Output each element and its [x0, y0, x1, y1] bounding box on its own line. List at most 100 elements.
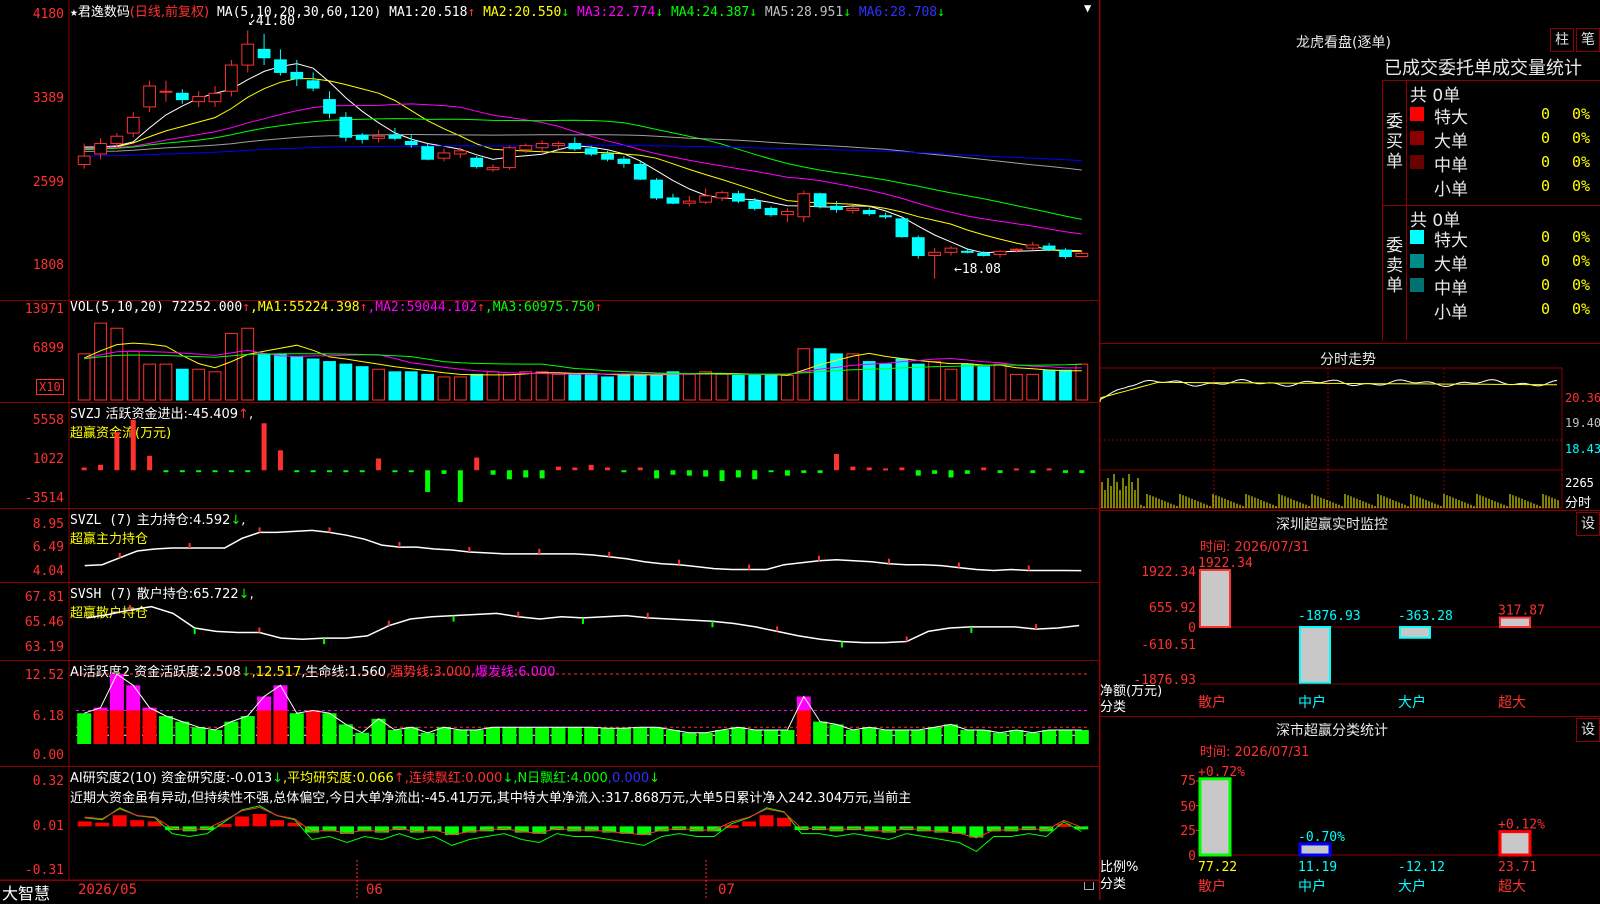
activity-bar: [257, 710, 272, 744]
volume-bar: [781, 374, 794, 401]
candle: [813, 193, 827, 207]
ma-line: [84, 103, 1082, 235]
research-bar: [689, 826, 704, 832]
candle: [110, 135, 124, 145]
volume-bar: [813, 348, 827, 401]
category-label: 超大: [1498, 879, 1526, 895]
net-amount-bar: [1299, 626, 1331, 684]
candle: [355, 134, 369, 140]
money-flow-bar: [768, 470, 774, 473]
activity-bar: [813, 721, 828, 744]
money-flow-bar: [801, 470, 807, 473]
chart-area[interactable]: 4180 3389 2599 1808 ★君逸数码(日线,前复权) MA(5,1…: [0, 0, 1100, 903]
money-flow-bar: [784, 470, 790, 476]
activity-bar: [682, 732, 697, 744]
activity-bar: [535, 727, 550, 744]
net-amount-label: 317.87: [1498, 604, 1545, 619]
candle: [1010, 248, 1023, 251]
candle: [764, 207, 778, 216]
activity-bar: [829, 724, 844, 744]
volume-bar: [977, 366, 991, 401]
activity-bar: [616, 728, 631, 744]
money-flow-bar: [294, 470, 300, 473]
net-amount-bar: [1499, 616, 1531, 628]
candle: [977, 252, 991, 256]
volume-bar: [862, 361, 876, 401]
candle: [846, 207, 860, 211]
money-flow-bar: [915, 470, 921, 476]
research-bar: [986, 826, 1001, 832]
volume-bar: [421, 373, 435, 401]
right-panel: 龙虎看盘(逐单) 柱 笔 已成交委托单成交量统计 委买单 委卖单 共 0单 共 …: [1099, 0, 1600, 900]
money-flow-bar: [621, 470, 627, 473]
volume-bar: [748, 374, 762, 401]
volume-bar: [339, 363, 353, 401]
category-label: 大户: [1398, 878, 1426, 895]
candle: [748, 200, 762, 209]
activity-bar: [273, 710, 288, 744]
activity-bar: [93, 710, 108, 744]
candle: [830, 205, 843, 210]
money-flow-bar: [81, 467, 87, 471]
volume-bar: [110, 327, 124, 401]
activity-bar: [142, 710, 157, 744]
money-flow-bar: [605, 467, 611, 471]
volume-bar: [1075, 363, 1089, 401]
candle: [126, 116, 140, 134]
ratio-bar: [1298, 842, 1332, 857]
money-flow-bar: [261, 423, 267, 471]
money-flow-bar: [1046, 468, 1052, 471]
candle: [77, 155, 91, 165]
volume-bar: [797, 348, 811, 401]
category-label: 中户: [1298, 694, 1326, 711]
ratio-change-label: +0.72%: [1198, 765, 1245, 780]
candle: [486, 167, 500, 171]
research-bar: [77, 821, 92, 827]
money-flow-bar: [408, 470, 414, 473]
candle: [453, 150, 467, 155]
candle: [601, 153, 614, 160]
money-flow-bar: [506, 470, 512, 480]
money-flow-bar: [457, 470, 463, 502]
candle: [94, 143, 107, 155]
research-bar: [707, 826, 722, 832]
activity-bar: [502, 727, 517, 744]
money-flow-bar: [359, 470, 365, 473]
money-flow-bar: [327, 470, 332, 473]
money-flow-bar: [555, 466, 561, 471]
candle: [568, 143, 582, 150]
candle: [241, 43, 255, 66]
candle: [911, 237, 925, 256]
activity-bar: [698, 732, 713, 744]
candle: [682, 200, 696, 204]
money-flow-bar: [719, 470, 725, 482]
candle: [470, 157, 484, 168]
activity-bar: [976, 730, 991, 744]
money-flow-bar: [964, 470, 970, 474]
volume-bar: [617, 373, 631, 401]
activity-bar: [486, 727, 501, 744]
ratio-bar: [1198, 777, 1232, 857]
category-label: 大户: [1398, 694, 1426, 711]
activity-bar: [208, 730, 223, 744]
candle: [895, 218, 909, 238]
money-flow-bar: [932, 470, 938, 474]
money-flow-bar: [474, 457, 480, 471]
volume-bar: [960, 363, 974, 401]
activity-bar: [289, 713, 304, 744]
money-flow-bar: [114, 432, 120, 471]
activity-bar: [584, 727, 599, 744]
money-flow-bar: [228, 470, 234, 473]
volume-bar: [306, 358, 320, 401]
volume-bar: [699, 371, 713, 401]
money-flow-bar: [245, 470, 251, 473]
volume-bar: [715, 373, 729, 401]
volume-bar: [1042, 369, 1056, 401]
category-label: 散户: [1198, 878, 1226, 895]
candle: [192, 95, 206, 103]
money-flow-bar: [277, 450, 283, 471]
volume-bar: [159, 363, 173, 401]
volume-bar: [143, 363, 156, 401]
money-flow-bar: [539, 470, 545, 479]
activity-bar: [600, 728, 615, 744]
